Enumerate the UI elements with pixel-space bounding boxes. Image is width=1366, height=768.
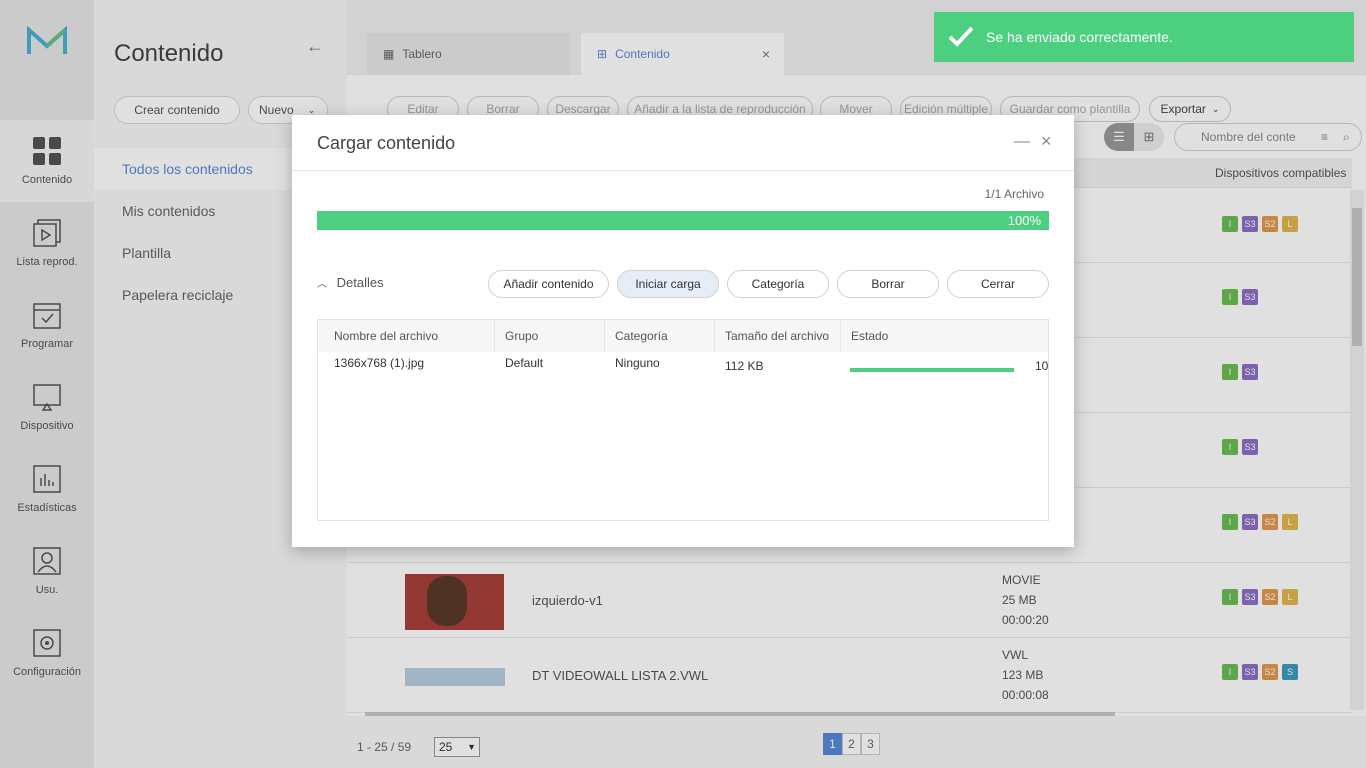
column-header-filename: Nombre del archivo [318, 320, 495, 352]
minimize-icon[interactable]: — [1014, 133, 1030, 151]
details-toggle[interactable]: ︿ Detalles [317, 275, 384, 290]
dialog-title: Cargar contenido [317, 133, 456, 153]
file-category: Ninguno [615, 356, 660, 370]
toast-message: Se ha enviado correctamente. [986, 29, 1173, 45]
dialog-header: Cargar contenido — × [292, 115, 1074, 171]
chevron-up-icon: ︿ [317, 279, 327, 290]
column-header-size: Tamaño del archivo [715, 320, 841, 352]
category-button[interactable]: Categoría [727, 270, 829, 298]
file-progress-bar [850, 368, 1014, 372]
close-icon[interactable]: × [1041, 131, 1052, 152]
add-content-button[interactable]: Añadir contenido [488, 270, 609, 298]
delete-button[interactable]: Borrar [837, 270, 939, 298]
column-header-category: Categoría [605, 320, 715, 352]
progress-percent: 100% [1007, 213, 1041, 228]
upload-progress-bar: 100% [317, 211, 1049, 230]
checkmark-icon [948, 26, 974, 47]
column-header-status: Estado [841, 320, 1048, 352]
upload-dialog: Cargar contenido — × 1/1 Archivo 100% ︿ … [292, 115, 1074, 547]
details-label: Detalles [336, 275, 384, 290]
column-header-group: Grupo [495, 320, 605, 352]
start-upload-button[interactable]: Iniciar carga [617, 270, 719, 298]
file-group: Default [505, 356, 544, 370]
close-button[interactable]: Cerrar [947, 270, 1049, 298]
upload-file-table: Nombre del archivo Grupo Categoría Tamañ… [317, 319, 1049, 521]
file-name: 1366x768 (1).jpg [334, 356, 425, 370]
file-status: 10 [1035, 359, 1049, 373]
file-count: 1/1 Archivo [984, 187, 1044, 201]
file-size: 112 KB [725, 359, 764, 373]
success-toast: Se ha enviado correctamente. [934, 12, 1354, 62]
